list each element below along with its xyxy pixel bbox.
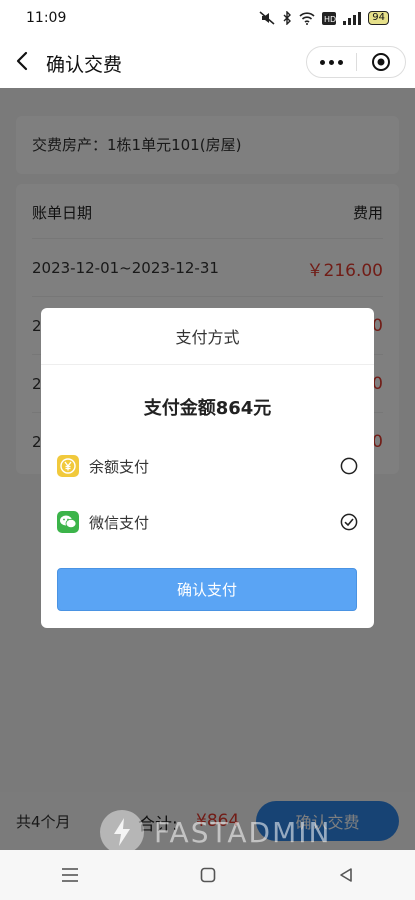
status-icons: HD 94 — [259, 11, 389, 25]
back-arrow-icon[interactable] — [12, 50, 34, 72]
lightning-icon — [100, 810, 144, 854]
payment-option-label: 余额支付 — [89, 457, 150, 476]
more-icon[interactable] — [307, 59, 356, 65]
payment-method-modal: 支付方式 支付金额864元 余额支付 微信支付 确认支付 — [41, 308, 374, 628]
payment-amount: 支付金额864元 — [143, 398, 272, 419]
confirm-payment-button[interactable]: 确认支付 — [57, 568, 357, 611]
back-icon[interactable] — [338, 867, 354, 883]
close-target-icon[interactable] — [357, 52, 405, 72]
radio-checked-icon[interactable] — [340, 513, 358, 531]
status-time: 11:09 — [26, 10, 67, 26]
bluetooth-icon — [283, 11, 292, 25]
nav-bar: 确认交费 — [0, 36, 415, 88]
yuan-icon — [57, 455, 79, 477]
payment-option-wechat[interactable]: 微信支付 — [57, 502, 358, 542]
mute-icon — [259, 11, 275, 25]
radio-unchecked-icon[interactable] — [340, 457, 358, 475]
wechat-icon — [57, 511, 79, 533]
status-bar: 11:09 HD 94 — [0, 0, 415, 36]
modal-title: 支付方式 — [41, 308, 374, 365]
home-icon[interactable] — [200, 867, 216, 883]
system-nav-bar — [0, 850, 415, 900]
payment-option-balance[interactable]: 余额支付 — [57, 446, 358, 486]
watermark: FASTADMIN — [100, 810, 331, 854]
hd-icon: HD — [322, 11, 337, 25]
payment-option-label: 微信支付 — [89, 513, 150, 532]
battery-indicator: 94 — [368, 11, 389, 25]
menu-icon[interactable] — [61, 867, 79, 883]
svg-text:HD: HD — [324, 15, 336, 24]
wifi-icon — [299, 11, 315, 25]
page-title: 确认交费 — [46, 54, 123, 76]
signal-icon — [343, 11, 362, 25]
watermark-text: FASTADMIN — [154, 815, 332, 849]
miniprogram-capsule — [306, 46, 406, 78]
